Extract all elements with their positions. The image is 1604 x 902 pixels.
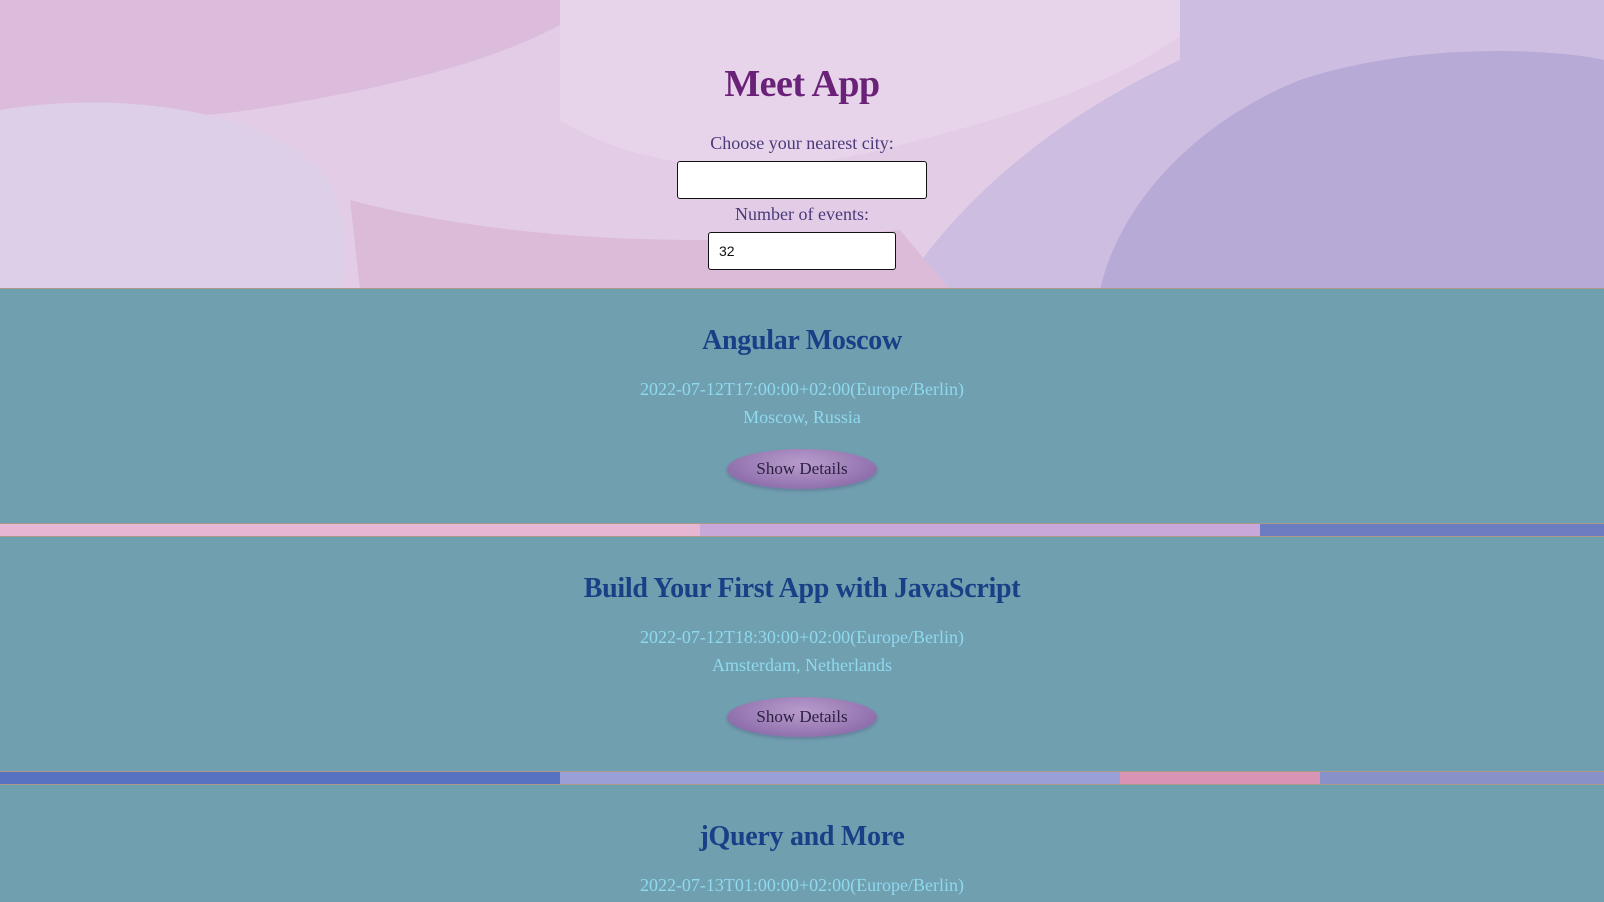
event-card: Build Your First App with JavaScript 202… — [0, 536, 1604, 772]
event-title: jQuery and More — [699, 821, 905, 852]
number-of-events-label: Number of events: — [735, 204, 869, 224]
city-search-input[interactable] — [677, 161, 927, 199]
event-location: Amsterdam, Netherlands — [712, 655, 892, 675]
event-card: Angular Moscow 2022-07-12T17:00:00+02:00… — [0, 288, 1604, 524]
event-time: 2022-07-12T18:30:00+02:00(Europe/Berlin) — [639, 627, 965, 647]
event-card: jQuery and More 2022-07-13T01:00:00+02:0… — [0, 784, 1604, 902]
show-details-button[interactable]: Show Details — [727, 697, 877, 737]
page-content: Meet App Choose your nearest city: Numbe… — [0, 0, 1604, 902]
event-location: Moscow, Russia — [743, 407, 861, 427]
city-search-label: Choose your nearest city: — [710, 133, 894, 153]
event-time: 2022-07-12T17:00:00+02:00(Europe/Berlin) — [639, 379, 965, 399]
show-details-button[interactable]: Show Details — [727, 449, 877, 489]
header: Meet App Choose your nearest city: Numbe… — [0, 0, 1604, 288]
number-of-events-input[interactable] — [708, 232, 896, 270]
event-title: Build Your First App with JavaScript — [583, 573, 1021, 604]
app-title: Meet App — [724, 63, 880, 105]
event-title: Angular Moscow — [702, 325, 902, 356]
event-time: 2022-07-13T01:00:00+02:00(Europe/Berlin) — [639, 875, 965, 895]
